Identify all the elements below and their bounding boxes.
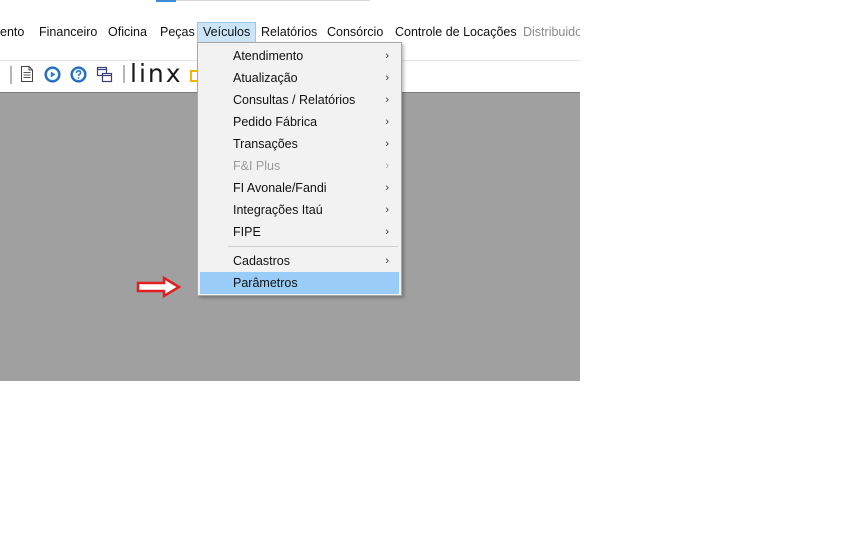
chevron-right-icon: › bbox=[385, 94, 389, 106]
dropdown-item-cadastros[interactable]: Cadastros › bbox=[200, 250, 399, 272]
title-accent-line bbox=[156, 0, 176, 2]
dropdown-item-label: Pedido Fábrica bbox=[233, 115, 318, 129]
dropdown-item-label: F&I Plus bbox=[233, 159, 281, 173]
chevron-right-icon: › bbox=[385, 138, 389, 150]
menu-item-relatorios[interactable]: Relatórios bbox=[255, 22, 323, 43]
linx-logo: linx bbox=[130, 59, 183, 88]
menu-item-veiculos[interactable]: Veículos bbox=[197, 22, 257, 43]
menu-bar: ento Financeiro Oficina Peças Veículos R… bbox=[0, 22, 580, 44]
dropdown-item-label: Cadastros bbox=[233, 254, 290, 268]
dropdown-item-transacoes[interactable]: Transações › bbox=[200, 133, 399, 155]
dropdown-item-label: Integrações Itaú bbox=[233, 203, 323, 217]
menu-item-financeiro[interactable]: Financeiro bbox=[33, 22, 103, 43]
menu-item-oficina[interactable]: Oficina bbox=[102, 22, 153, 43]
dropdown-item-parametros[interactable]: Parâmetros bbox=[200, 272, 399, 294]
dropdown-item-label: Consultas / Relatórios bbox=[233, 93, 356, 107]
dropdown-item-pedido-fabrica[interactable]: Pedido Fábrica › bbox=[200, 111, 399, 133]
menu-item-atendimento[interactable]: ento bbox=[0, 22, 30, 43]
dropdown-item-label: Atendimento bbox=[233, 49, 304, 63]
dropdown-item-label: FI Avonale/Fandi bbox=[233, 181, 327, 195]
dropdown-item-fi-plus[interactable]: F&I Plus › bbox=[200, 155, 399, 177]
dropdown-item-label: Atualização bbox=[233, 71, 298, 85]
toolbar-grip[interactable] bbox=[10, 66, 12, 84]
chevron-right-icon: › bbox=[385, 226, 389, 238]
dropdown-item-integracoes-itau[interactable]: Integrações Itaú › bbox=[200, 199, 399, 221]
dropdown-item-fi-avonale-fandi[interactable]: FI Avonale/Fandi › bbox=[200, 177, 399, 199]
chevron-right-icon: › bbox=[385, 160, 389, 172]
veiculos-dropdown-menu: Atendimento › Atualização › Consultas / … bbox=[197, 42, 402, 296]
red-arrow-icon bbox=[136, 275, 182, 301]
menu-item-pecas[interactable]: Peças bbox=[154, 22, 201, 43]
chevron-right-icon: › bbox=[385, 116, 389, 128]
menu-item-consorcio[interactable]: Consórcio bbox=[321, 22, 389, 43]
chevron-right-icon: › bbox=[385, 204, 389, 216]
title-gray-line bbox=[176, 0, 370, 1]
chevron-right-icon: › bbox=[385, 50, 389, 62]
chevron-right-icon: › bbox=[385, 255, 389, 267]
menu-item-controle-de-locacoes[interactable]: Controle de Locações bbox=[389, 22, 523, 43]
help-icon[interactable] bbox=[69, 65, 87, 83]
dropdown-item-atualizacao[interactable]: Atualização › bbox=[200, 67, 399, 89]
dropdown-item-consultas-relatorios[interactable]: Consultas / Relatórios › bbox=[200, 89, 399, 111]
dropdown-item-label: FIPE bbox=[233, 225, 261, 239]
play-icon[interactable] bbox=[43, 65, 61, 83]
windows-icon[interactable] bbox=[95, 65, 113, 83]
toolbar-separator bbox=[123, 65, 125, 83]
document-icon[interactable] bbox=[18, 65, 36, 83]
menu-item-distribuidor[interactable]: Distribuido bbox=[517, 22, 580, 43]
chevron-right-icon: › bbox=[385, 182, 389, 194]
dropdown-separator bbox=[228, 246, 398, 247]
dropdown-item-atendimento[interactable]: Atendimento › bbox=[200, 45, 399, 67]
dropdown-item-label: Parâmetros bbox=[233, 276, 298, 290]
dropdown-item-label: Transações bbox=[233, 137, 298, 151]
dropdown-item-fipe[interactable]: FIPE › bbox=[200, 221, 399, 243]
chevron-right-icon: › bbox=[385, 72, 389, 84]
